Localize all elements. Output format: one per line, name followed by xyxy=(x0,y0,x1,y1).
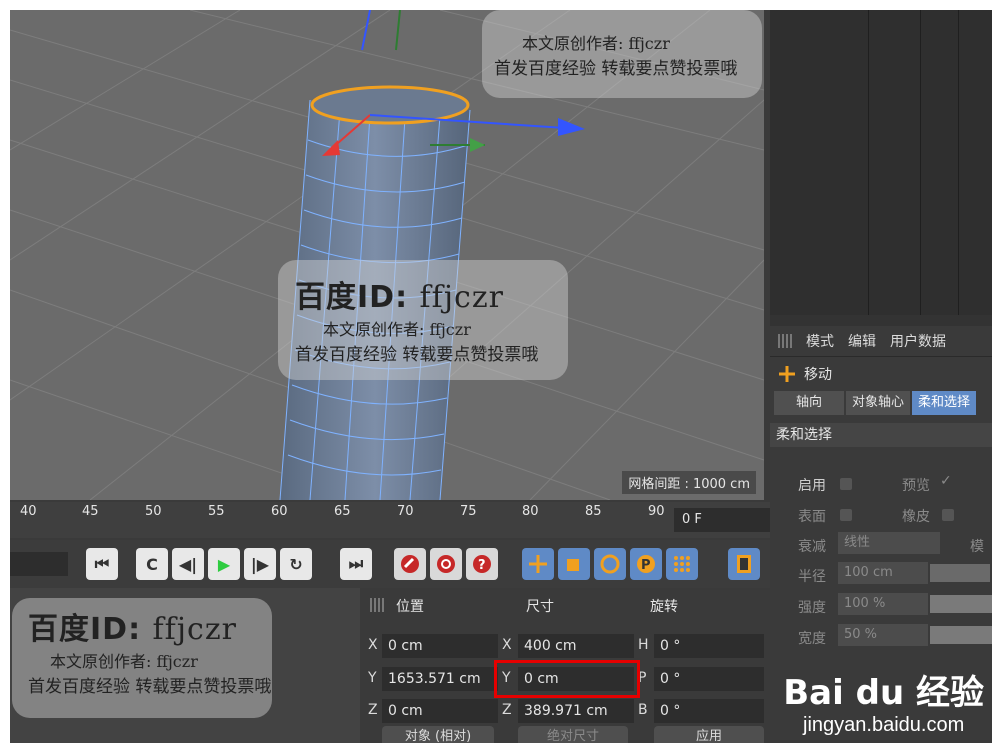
rot-p-field[interactable]: 0 ° xyxy=(654,667,764,691)
tool-title: 移动 xyxy=(770,357,992,391)
tab-soft-selection[interactable]: 柔和选择 xyxy=(912,391,977,415)
previous-frame-button[interactable]: ◀| xyxy=(172,548,204,580)
right-panel: 模式 编辑 用户数据 移动 轴向 对象轴心 柔和选择 柔和选择 启用 预览 ✓ … xyxy=(770,10,992,743)
record-key-icon[interactable] xyxy=(394,548,426,580)
pos-z-label: Z xyxy=(368,702,378,718)
current-frame-field[interactable]: 0 F xyxy=(674,508,770,532)
pos-z-field[interactable]: 0 cm xyxy=(382,699,498,723)
mode-label: 模 xyxy=(970,539,984,555)
next-frame-button[interactable]: |▶ xyxy=(244,548,276,580)
preview-label: 预览 xyxy=(902,478,930,494)
width-slider[interactable] xyxy=(930,626,992,644)
tick-label: 50 xyxy=(145,504,162,519)
apply-button[interactable]: 应用 xyxy=(654,726,764,743)
surface-label: 表面 xyxy=(798,509,826,525)
material-manager: 百度ID: ffjczr 本文原创作者: ffjczr 首发百度经验 转载要点赞… xyxy=(10,588,360,743)
watermark-center: 百度ID: ffjczr 本文原创作者: ffjczr 首发百度经验 转载要点赞… xyxy=(295,280,539,365)
rubber-label: 橡皮 xyxy=(902,509,930,525)
tick-label: 55 xyxy=(208,504,225,519)
falloff-label: 衰减 xyxy=(798,539,826,555)
width-label: 宽度 xyxy=(798,631,826,647)
help-key-icon[interactable]: ? xyxy=(466,548,498,580)
param-tool-icon[interactable]: P xyxy=(630,548,662,580)
tab-object-axis[interactable]: 对象轴心 xyxy=(846,391,911,415)
falloff-dropdown[interactable]: 线性 xyxy=(838,532,940,554)
baidu-logo: Bai du 经验 jingyan.baidu.com xyxy=(783,673,984,736)
strength-slider[interactable] xyxy=(930,595,992,613)
checkmark-icon[interactable]: ✓ xyxy=(940,473,952,489)
pos-y-label: Y xyxy=(368,670,377,686)
viewport-3d[interactable]: 网格间距 : 1000 cm 百度ID: ffjczr 本文原创作者: ffjc… xyxy=(10,10,764,500)
radius-slider[interactable] xyxy=(930,564,990,582)
move-tool-icon[interactable] xyxy=(522,548,554,580)
attribute-tabs: 轴向 对象轴心 柔和选择 xyxy=(770,391,992,415)
size-mode-dropdown[interactable]: 绝对尺寸 xyxy=(518,726,628,743)
enable-label: 启用 xyxy=(798,478,826,494)
size-x-field[interactable]: 400 cm xyxy=(518,634,634,658)
scale-tool-icon[interactable] xyxy=(558,548,590,580)
section-header: 柔和选择 xyxy=(770,423,992,447)
position-header: 位置 xyxy=(396,599,424,615)
radius-label: 半径 xyxy=(798,569,826,585)
play-button[interactable]: ▶ xyxy=(208,548,240,580)
rot-b-label: B xyxy=(638,702,648,718)
timeline[interactable]: 40 45 50 55 60 65 70 75 80 85 90 0 F xyxy=(10,502,770,538)
start-frame-field[interactable] xyxy=(10,552,68,576)
tick-label: 65 xyxy=(334,504,351,519)
tick-label: 60 xyxy=(271,504,288,519)
points-grid-icon[interactable] xyxy=(666,548,698,580)
tick-label: 75 xyxy=(460,504,477,519)
grid-spacing-label: 网格间距 : 1000 cm xyxy=(622,471,756,494)
rot-h-field[interactable]: 0 ° xyxy=(654,634,764,658)
surface-checkbox[interactable] xyxy=(840,509,852,521)
svg-text:P: P xyxy=(641,558,651,573)
highlight-box xyxy=(494,660,640,698)
app-window: 网格间距 : 1000 cm 百度ID: ffjczr 本文原创作者: ffjc… xyxy=(10,10,992,743)
strength-field[interactable]: 100 % xyxy=(838,593,928,615)
tab-axis[interactable]: 轴向 xyxy=(774,391,844,415)
go-to-end-button[interactable]: ⏭ xyxy=(340,548,372,580)
tick-label: 80 xyxy=(522,504,539,519)
menu-user-data[interactable]: 用户数据 xyxy=(890,331,946,351)
watermark-bottom: 百度ID: ffjczr 本文原创作者: ffjczr 首发百度经验 转载要点赞… xyxy=(28,612,272,697)
rot-h-label: H xyxy=(638,637,649,653)
enable-checkbox[interactable] xyxy=(840,478,852,490)
rubber-checkbox[interactable] xyxy=(942,509,954,521)
move-icon xyxy=(779,366,795,382)
tick-label: 70 xyxy=(397,504,414,519)
watermark-top: 本文原创作者: ffjczr 首发百度经验 转载要点赞投票哦 xyxy=(494,34,738,79)
tick-label: 45 xyxy=(82,504,99,519)
transport-bar: ⏮ C ◀| ▶ |▶ ↻ ⏭ ? P xyxy=(10,540,770,588)
panel-grip-icon[interactable] xyxy=(778,334,792,348)
size-x-label: X xyxy=(502,637,512,653)
coordinate-mode-dropdown[interactable]: 对象 (相对) xyxy=(382,726,494,743)
rotation-header: 旋转 xyxy=(650,599,678,615)
rot-b-field[interactable]: 0 ° xyxy=(654,699,764,723)
menu-mode[interactable]: 模式 xyxy=(806,331,834,351)
panel-grip-icon[interactable] xyxy=(370,598,384,612)
size-z-label: Z xyxy=(502,702,512,718)
menu-edit[interactable]: 编辑 xyxy=(848,331,876,351)
svg-text:?: ? xyxy=(478,558,486,573)
next-key-button[interactable]: ↻ xyxy=(280,548,312,580)
object-manager[interactable] xyxy=(770,10,992,315)
go-to-start-button[interactable]: ⏮ xyxy=(86,548,118,580)
tick-label: 40 xyxy=(20,504,37,519)
tick-label: 85 xyxy=(585,504,602,519)
width-field[interactable]: 50 % xyxy=(838,624,928,646)
attribute-menu: 模式 编辑 用户数据 xyxy=(770,326,992,357)
size-header: 尺寸 xyxy=(526,599,554,615)
size-z-field[interactable]: 389.971 cm xyxy=(518,699,634,723)
film-strip-icon[interactable] xyxy=(728,548,760,580)
pos-y-field[interactable]: 1653.571 cm xyxy=(382,667,498,691)
tick-label: 90 xyxy=(648,504,665,519)
coordinates-manager: 位置 尺寸 旋转 X 0 cm X 400 cm H 0 ° Y 1653.57… xyxy=(360,590,770,743)
pos-x-field[interactable]: 0 cm xyxy=(382,634,498,658)
radius-field[interactable]: 100 cm xyxy=(838,562,928,584)
strength-label: 强度 xyxy=(798,600,826,616)
pos-x-label: X xyxy=(368,637,378,653)
previous-key-button[interactable]: C xyxy=(136,548,168,580)
auto-key-icon[interactable] xyxy=(430,548,462,580)
rotate-tool-icon[interactable] xyxy=(594,548,626,580)
